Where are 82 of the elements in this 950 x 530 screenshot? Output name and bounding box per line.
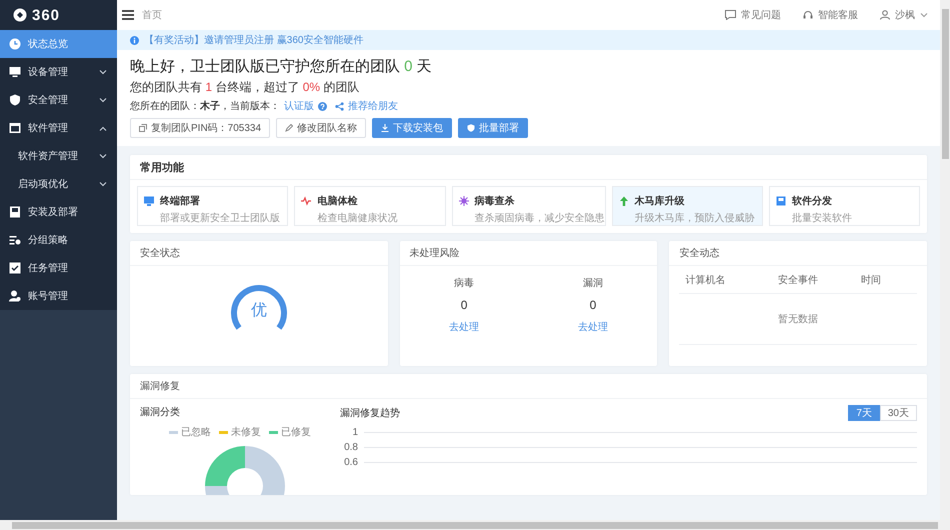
function-description: 升级木马库，预防入侵威胁 — [634, 212, 756, 224]
header-link[interactable]: 常见问题 — [741, 8, 781, 22]
function-card[interactable]: 电脑体检 检查电脑健康状况 — [294, 186, 446, 226]
column-header: 计算机名 — [685, 274, 726, 286]
gauge-drawing: 优 — [230, 280, 288, 332]
panel-title: 未处理风险 — [400, 241, 658, 266]
risk-count: 0 — [590, 298, 596, 312]
copy-icon — [139, 124, 147, 132]
menu-icon[interactable] — [122, 10, 134, 20]
function-title: 木马库升级 — [634, 194, 686, 208]
monitor-icon — [9, 66, 21, 78]
download-icon — [381, 124, 390, 132]
function-card[interactable]: 病毒查杀 查杀顽固病毒，减少安全隐患 — [452, 186, 606, 226]
sidebar-item[interactable]: 任务管理 — [0, 254, 117, 282]
panel-title: 安全状态 — [130, 241, 388, 266]
function-description: 检查电脑健康状况 — [317, 212, 398, 224]
info-icon — [130, 36, 139, 44]
function-card[interactable]: 木马库升级 升级木马库，预防入侵威胁 — [612, 186, 763, 226]
function-title: 软件分发 — [792, 194, 833, 208]
vertical-scrollbar[interactable] — [940, 0, 950, 520]
panel-title: 漏洞修复 — [130, 374, 927, 399]
chevron-icon — [920, 12, 928, 18]
user-name[interactable]: 沙枫 — [895, 8, 915, 22]
axis-tick-label: 0.6 — [343, 457, 358, 468]
function-title: 病毒查杀 — [474, 194, 516, 208]
horizontal-scrollbar[interactable] — [0, 520, 950, 530]
user-icon — [9, 290, 21, 302]
function-description: 批量安装软件 — [792, 212, 853, 224]
risk-count: 0 — [460, 298, 468, 312]
function-title: 终端部署 — [160, 194, 201, 208]
team-info-text: 您所在的团队：木子，当前版本： — [130, 100, 280, 113]
sidebar-item[interactable]: 软件管理 — [0, 114, 117, 142]
axis-tick-label: 1 — [351, 427, 358, 438]
pencil-icon — [285, 124, 294, 132]
shield-icon — [9, 94, 21, 106]
sidebar-item[interactable]: 分组策略 — [0, 226, 117, 254]
summary-text: 您的团队共有 1 台终端，超过了 0% 的团队 — [130, 79, 360, 96]
range-tab[interactable]: 30天 — [880, 405, 917, 421]
sidebar-item[interactable]: 启动项优化 — [0, 170, 117, 198]
column-header: 安全事件 — [777, 274, 820, 286]
clock-icon — [9, 38, 21, 50]
sidebar-item[interactable]: 账号管理 — [0, 282, 117, 310]
checkbox-icon — [9, 262, 21, 274]
function-title: 电脑体检 — [317, 194, 358, 208]
up-arrow-icon — [618, 196, 628, 206]
greeting-text: 晚上好，卫士团队版已守护您所在的团队 0 天 — [130, 57, 433, 76]
function-card[interactable]: 软件分发 批量安装软件 — [768, 186, 920, 226]
sidebar-item[interactable]: 设备管理 — [0, 58, 117, 86]
chat-icon — [725, 10, 736, 20]
shield-icon — [467, 124, 476, 132]
logo-text: 360 — [32, 6, 60, 24]
pulse-icon — [301, 196, 312, 206]
sidebar-item[interactable]: 安全管理 — [0, 86, 117, 114]
window-icon — [9, 122, 21, 134]
empty-text: 暂无数据 — [778, 312, 818, 326]
axis-tick-label: 0.8 — [343, 442, 358, 453]
function-description: 部署或更新安全卫士团队版 — [160, 212, 281, 224]
share-icon — [335, 102, 344, 110]
list-icon — [9, 234, 21, 246]
section-title: 常用功能 — [130, 155, 927, 180]
chart-title: 漏洞分类 — [140, 406, 181, 419]
headset-icon — [803, 10, 813, 20]
sidebar-item[interactable]: 安装及部署 — [0, 198, 117, 226]
header-link[interactable]: 智能客服 — [818, 8, 858, 22]
virus-icon — [458, 196, 468, 206]
function-card[interactable]: 终端部署 部署或更新安全卫士团队版 — [137, 186, 288, 226]
action-button[interactable]: 复制团队PIN码：705334 — [130, 118, 270, 138]
chart-title: 漏洞修复趋势 — [340, 406, 400, 420]
legend-label: 未修复 — [231, 426, 261, 439]
monitor-icon — [144, 196, 154, 206]
action-button[interactable]: 修改团队名称 — [276, 118, 366, 138]
function-description: 查杀顽固病毒，减少安全隐患 — [474, 212, 604, 224]
legend-label: 已修复 — [281, 426, 311, 439]
column-header: 时间 — [860, 274, 882, 286]
risk-label: 病毒 — [454, 276, 474, 290]
help-icon[interactable] — [318, 102, 327, 110]
logo-icon — [12, 8, 28, 22]
risk-label: 漏洞 — [582, 277, 603, 290]
user-icon — [880, 10, 890, 20]
sidebar-item[interactable]: 软件资产管理 — [0, 142, 117, 170]
legend-label: 已忽略 — [181, 426, 211, 439]
panel-title: 安全动态 — [669, 241, 927, 266]
